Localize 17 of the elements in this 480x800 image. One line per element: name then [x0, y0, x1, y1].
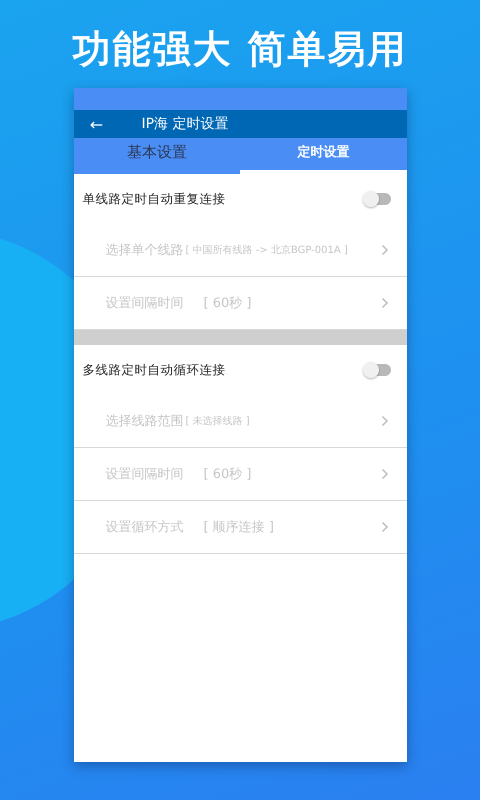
- toggle-label: 多线路定时自动循环连接: [82, 362, 226, 378]
- setting-value: [ 未选择线路 ]: [186, 414, 251, 428]
- setting-value: [ 60秒 ]: [204, 466, 252, 483]
- toggle-switch[interactable]: [364, 364, 390, 376]
- chevron-right-icon: [380, 415, 388, 427]
- toggle-label: 单线路定时自动重复连接: [82, 190, 226, 208]
- toggle-switch[interactable]: [364, 193, 390, 205]
- headline: 功能强大 简单易用: [72, 26, 408, 73]
- setting-value: [ 60秒 ]: [204, 295, 252, 312]
- chevron-right-icon: [380, 297, 388, 309]
- app-title: IP海 定时设置: [142, 115, 229, 133]
- chevron-right-icon: [380, 244, 388, 256]
- setting-value: [ 中国所有线路 -> 北京BGP-001A ]: [186, 244, 349, 257]
- back-button[interactable]: ←: [88, 114, 106, 134]
- chevron-right-icon: [380, 521, 388, 533]
- setting-value: [ 顺序连接 ]: [204, 519, 275, 536]
- chevron-right-icon: [380, 468, 388, 480]
